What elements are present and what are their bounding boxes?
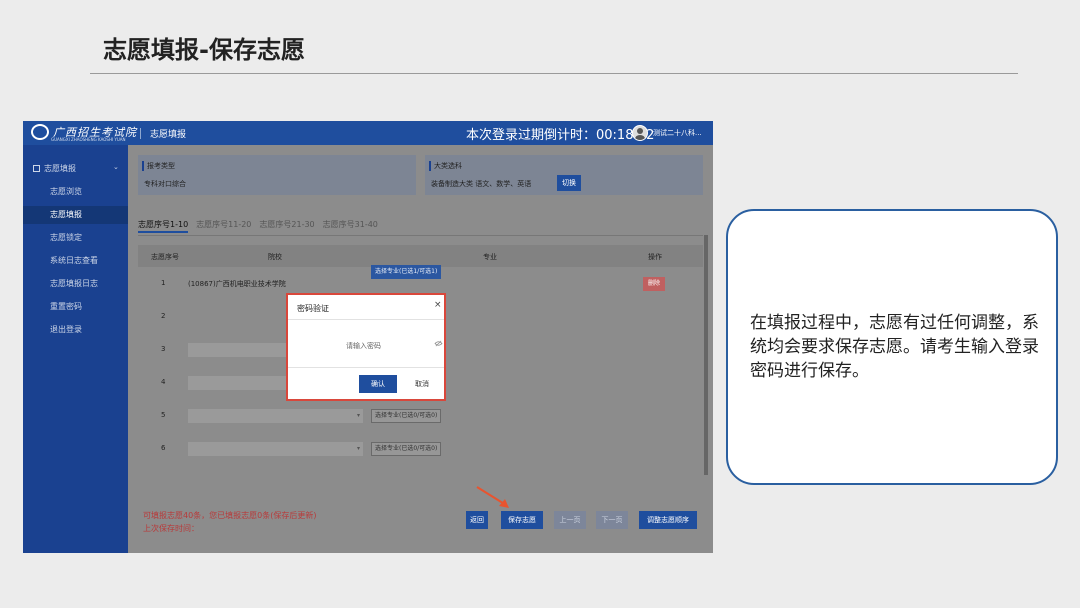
back-button[interactable]: 返回 <box>466 511 488 529</box>
arrow-icon <box>476 486 509 508</box>
sidebar-item-logout[interactable]: 退出登录 <box>23 321 128 339</box>
sidebar-item-fill[interactable]: 志愿填报 <box>23 206 128 224</box>
logo-icon <box>31 124 49 140</box>
eye-off-icon[interactable] <box>434 340 443 347</box>
sidebar-item-system-log[interactable]: 系统日志查看 <box>23 252 128 270</box>
chevron-down-icon[interactable]: ⌄ <box>113 163 119 171</box>
sidebar-group-volunteer[interactable]: 志愿填报 <box>33 163 76 174</box>
switch-button[interactable]: 切换 <box>557 175 581 191</box>
confirm-button[interactable]: 确认 <box>359 375 397 393</box>
session-countdown: 本次登录过期倒计时：00:18:52 <box>466 128 655 143</box>
breadcrumb: 志愿填报 <box>150 130 187 140</box>
divider <box>288 367 444 368</box>
callout-text: 在填报过程中，志愿有过任何调整，系统均会要求保存志愿。请考生输入登录密码进行保存… <box>750 313 1039 381</box>
sidebar-item-reset-password[interactable]: 重置密码 <box>23 298 128 316</box>
row-no: 2 <box>161 312 166 320</box>
chevron-down-icon: ▾ <box>356 445 360 452</box>
top-bar: 广西招生考试院 GUANGXI ZHAOSHENG KAOSHI YUAN 志愿… <box>23 121 713 145</box>
table-row: 6 ▾ 选择专业(已选0/可选0) <box>138 432 703 465</box>
sidebar: 志愿填报 ⌄ 志愿浏览 志愿填报 志愿锁定 系统日志查看 志愿填报日志 重置密码… <box>23 145 128 553</box>
tab-divider <box>138 235 703 236</box>
last-saved-note: 上次保存时间： <box>143 524 199 533</box>
sidebar-group-label: 志愿填报 <box>44 164 76 173</box>
tab-11-20[interactable]: 志愿序号11-20 <box>196 219 251 233</box>
row-no: 5 <box>161 411 166 419</box>
scrollbar[interactable] <box>704 235 708 475</box>
table-header: 志愿序号 院校 专业 操作 <box>138 245 703 267</box>
divider <box>140 128 141 139</box>
sidebar-item-browse[interactable]: 志愿浏览 <box>23 183 128 201</box>
subject-label: 大类选科 <box>429 161 462 171</box>
tab-31-40[interactable]: 志愿序号31-40 <box>323 219 378 233</box>
row-no: 6 <box>161 444 166 452</box>
exam-type-value: 专科对口综合 <box>144 180 186 188</box>
menu-icon <box>33 165 40 172</box>
school-select[interactable]: ▾ <box>188 409 363 423</box>
table-row: 5 ▾ 选择专业(已选0/可选0) <box>138 399 703 432</box>
exam-type-label: 报考类型 <box>142 161 175 171</box>
password-modal: 密码验证 × 请输入密码 确认 取消 <box>286 293 446 401</box>
pick-major-button[interactable]: 选择专业(已选0/可选0) <box>371 442 442 456</box>
subject-panel: 大类选科 装备制造大类 语文、数学、英语 切换 <box>425 155 703 195</box>
volunteer-table: 志愿序号 院校 专业 操作 1 (10867)广西机电职业技术学院 选择专业(已… <box>138 245 703 456</box>
modal-title: 密码验证 <box>297 304 329 313</box>
pick-major-button[interactable]: 选择专业(已选0/可选0) <box>371 409 442 423</box>
divider <box>288 319 444 320</box>
school-select[interactable]: (10867)广西机电职业技术学院 <box>188 277 363 291</box>
password-input[interactable]: 请输入密码 <box>346 341 381 351</box>
tab-1-10[interactable]: 志愿序号1-10 <box>138 219 189 233</box>
cancel-button[interactable]: 取消 <box>407 375 437 393</box>
slide-title: 志愿填报-保存志愿 <box>103 36 305 64</box>
tab-21-30[interactable]: 志愿序号21-30 <box>259 219 314 233</box>
row-no: 1 <box>161 279 166 287</box>
title-divider <box>90 73 1018 74</box>
exam-type-panel: 报考类型 专科对口综合 <box>138 155 416 195</box>
tab-bar: 志愿序号1-10 志愿序号11-20 志愿序号21-30 志愿序号31-40 <box>138 219 378 233</box>
header-school: 院校 <box>268 253 282 261</box>
close-icon[interactable]: × <box>434 300 442 310</box>
avatar-icon[interactable] <box>632 125 648 141</box>
next-page-button[interactable]: 下一页 <box>596 511 628 529</box>
chevron-down-icon: ▾ <box>356 412 360 419</box>
row-no: 4 <box>161 378 166 386</box>
save-volunteer-button[interactable]: 保存志愿 <box>501 511 543 529</box>
delete-button[interactable]: 删除 <box>643 277 665 291</box>
pick-major-button[interactable]: 选择专业(已选1/可选1) <box>371 265 442 279</box>
header-no: 志愿序号 <box>151 253 179 261</box>
reorder-button[interactable]: 调整志愿顺序 <box>639 511 697 529</box>
app-screenshot: 广西招生考试院 GUANGXI ZHAOSHENG KAOSHI YUAN 志愿… <box>23 121 713 553</box>
header-major: 专业 <box>483 253 497 261</box>
explanation-callout: 在填报过程中，志愿有过任何调整，系统均会要求保存志愿。请考生输入登录密码进行保存… <box>726 209 1058 485</box>
row-no: 3 <box>161 345 166 353</box>
quota-note: 可填报志愿40条，您已填报志愿0条(保存后更新) <box>143 511 317 520</box>
username[interactable]: 测试二十八科... <box>653 128 702 138</box>
logo-subtitle: GUANGXI ZHAOSHENG KAOSHI YUAN <box>51 137 126 142</box>
subject-value: 装备制造大类 语文、数学、英语 <box>431 180 532 188</box>
school-select[interactable]: ▾ <box>188 442 363 456</box>
sidebar-item-fill-log[interactable]: 志愿填报日志 <box>23 275 128 293</box>
header-operation: 操作 <box>648 253 662 261</box>
sidebar-item-lock[interactable]: 志愿锁定 <box>23 229 128 247</box>
prev-page-button[interactable]: 上一页 <box>554 511 586 529</box>
